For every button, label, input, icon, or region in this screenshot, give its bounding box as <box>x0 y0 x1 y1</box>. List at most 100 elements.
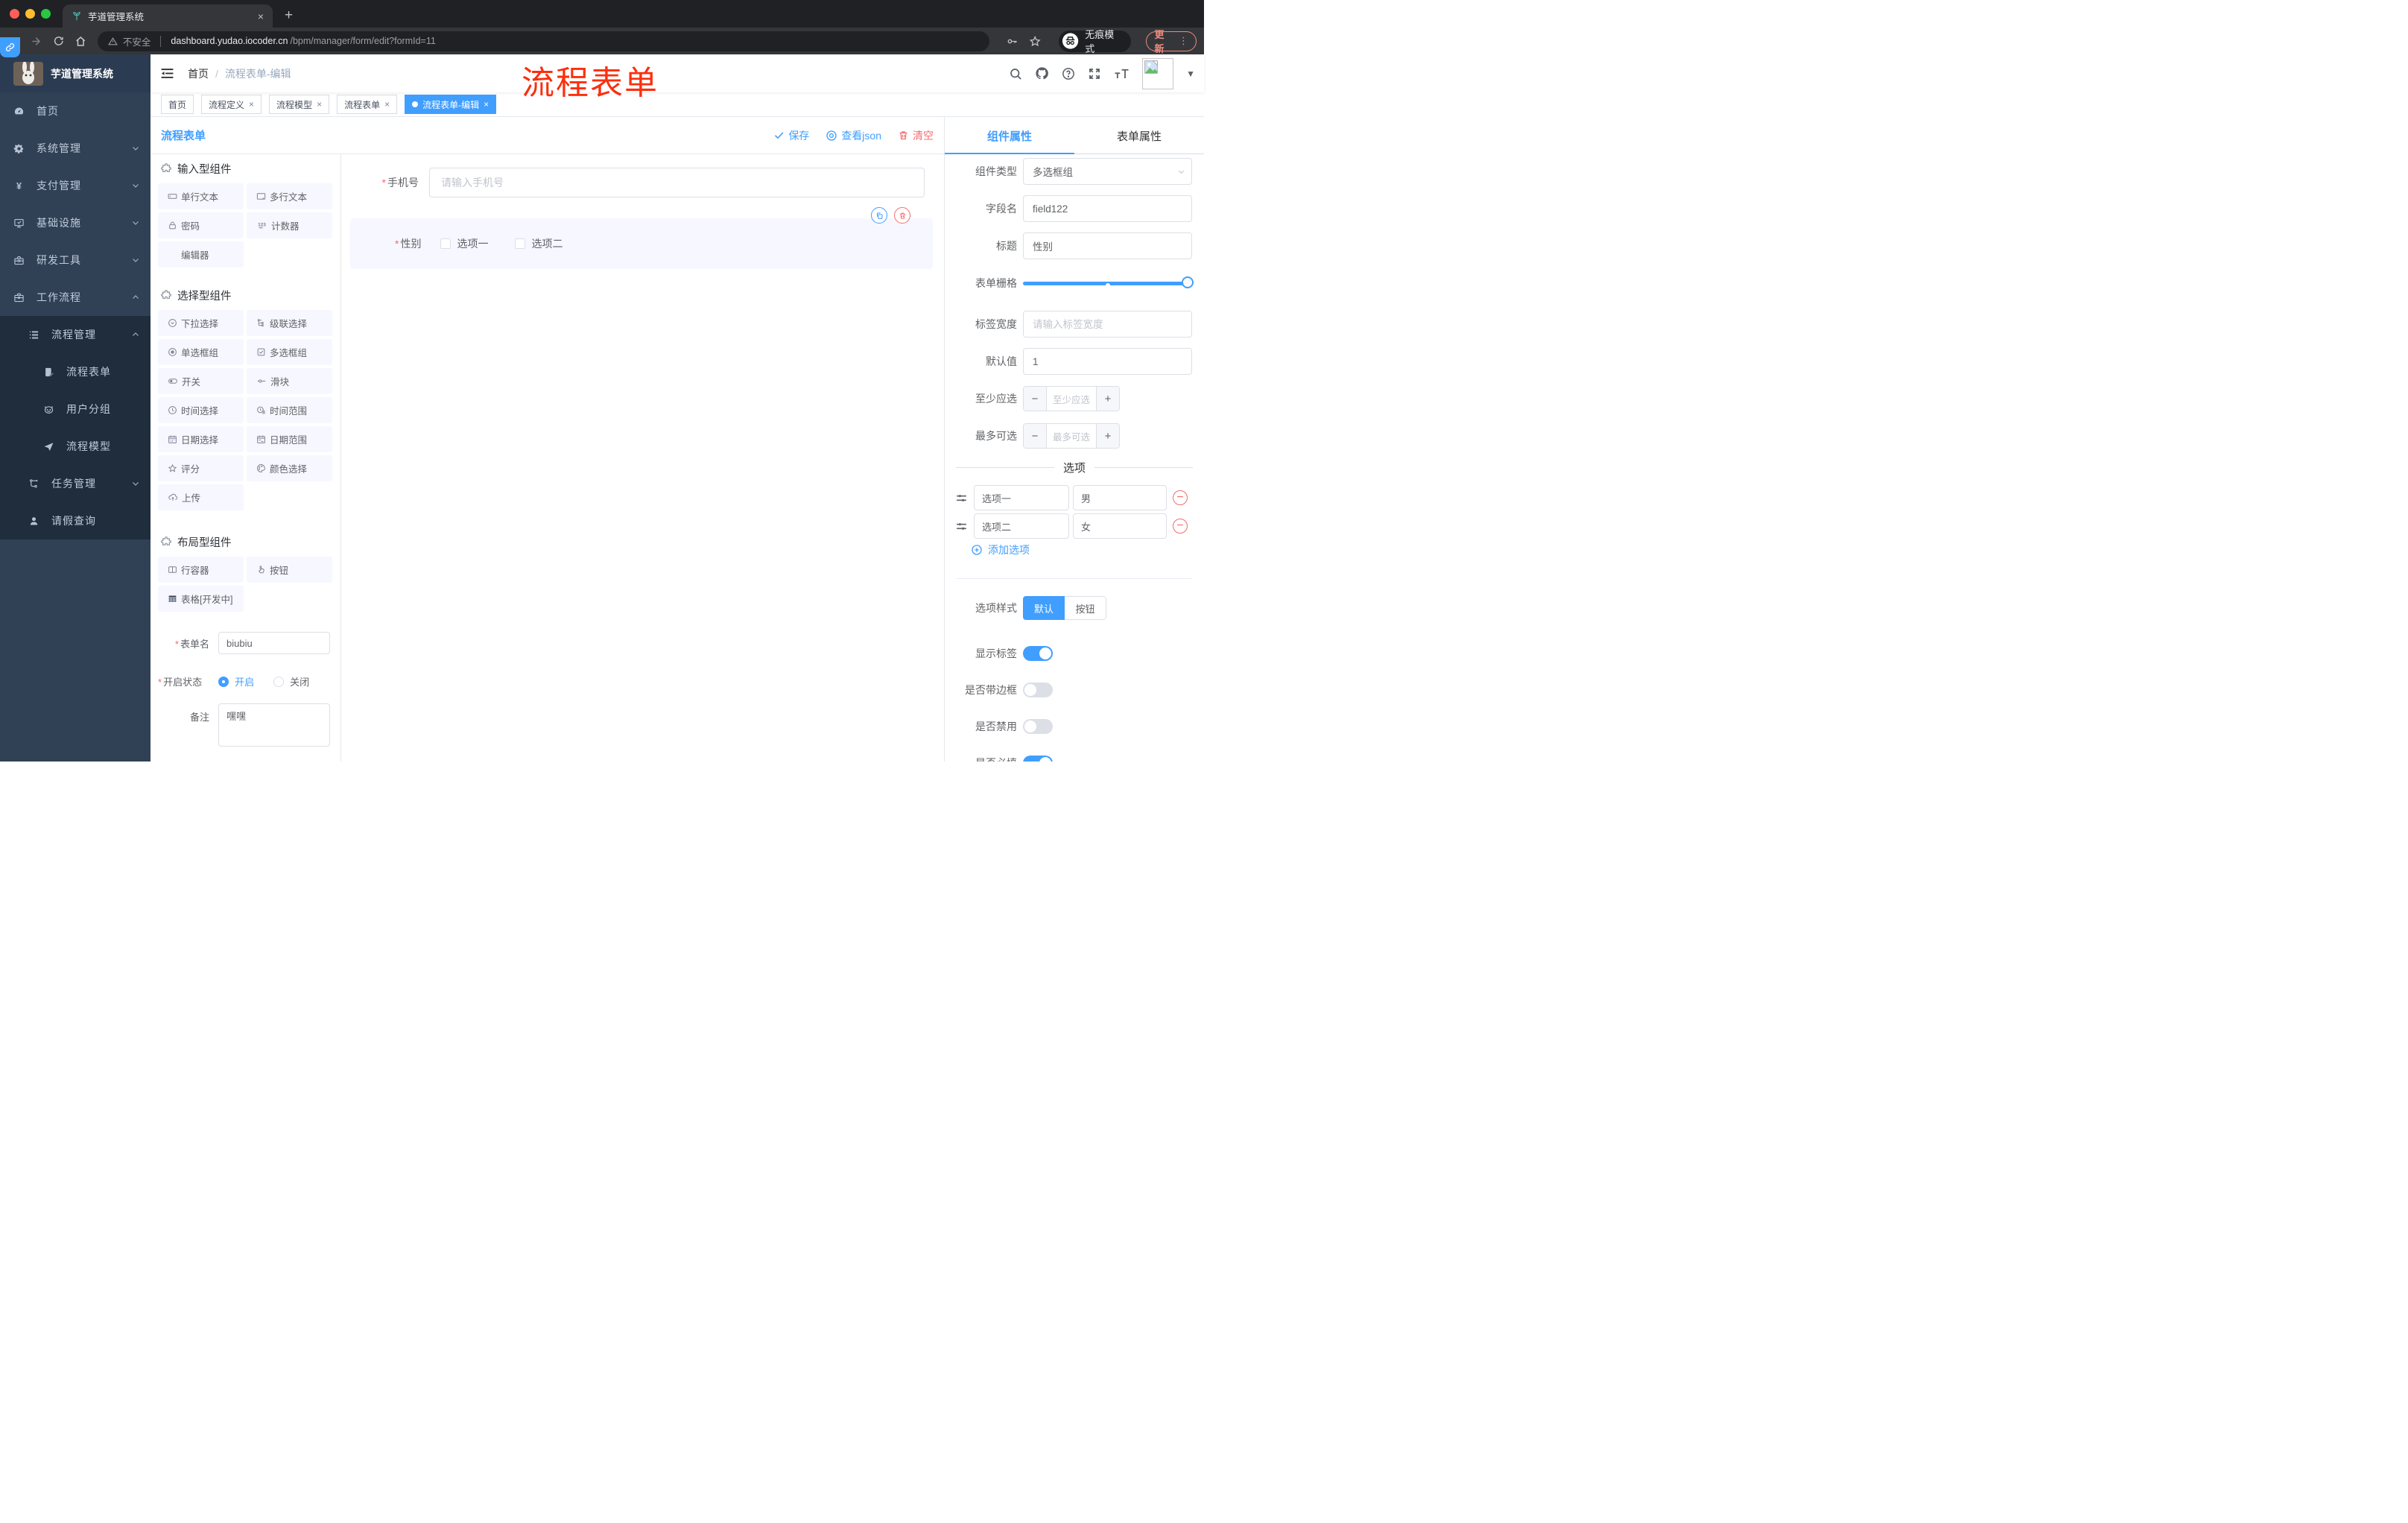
breadcrumb-home[interactable]: 首页 <box>188 66 209 81</box>
minimize-window-button[interactable] <box>25 9 35 19</box>
increase-button[interactable]: + <box>1097 387 1119 411</box>
save-button[interactable]: 保存 <box>773 128 809 143</box>
grid-slider[interactable] <box>1023 270 1194 297</box>
component-type-select[interactable] <box>1023 158 1192 185</box>
checkbox-icon[interactable] <box>440 238 452 249</box>
component-time-range[interactable]: 时间范围 <box>247 397 332 423</box>
decrease-button[interactable]: − <box>1024 424 1046 448</box>
option2-label-input[interactable] <box>974 513 1069 539</box>
drag-handle-icon[interactable] <box>955 492 968 504</box>
component-date-range[interactable]: 日期范围 <box>247 426 332 452</box>
avatar-caret-icon[interactable]: ▼ <box>1186 69 1195 79</box>
update-button[interactable]: 更新 ⋮ <box>1146 29 1197 54</box>
gender-field-selected[interactable]: * 性别 选项一 选项二 <box>350 207 933 269</box>
component-table[interactable]: 表格[开发中] <box>158 586 244 612</box>
tab-close-icon[interactable]: × <box>258 10 264 22</box>
sidebar-item-devtools[interactable]: 研发工具 <box>0 241 150 279</box>
url-field[interactable]: 不安全 dashboard.yudao.iocoder.cn/bpm/manag… <box>97 31 990 51</box>
delete-component-button[interactable] <box>894 207 910 224</box>
component-color-picker[interactable]: 颜色选择 <box>247 455 332 481</box>
component-cascader[interactable]: 级联选择 <box>247 310 332 336</box>
disabled-toggle[interactable] <box>1023 719 1053 734</box>
sidebar-item-task-mgmt[interactable]: 任务管理 <box>0 465 150 502</box>
tag-process-form-edit[interactable]: 流程表单-编辑 × <box>405 95 497 114</box>
sidebar-item-system[interactable]: 系统管理 <box>0 130 150 167</box>
sidebar-collapse-icon[interactable] <box>160 66 174 80</box>
phone-input[interactable] <box>429 168 925 197</box>
tag-close-icon[interactable]: × <box>484 99 489 110</box>
search-icon[interactable] <box>1009 67 1022 80</box>
tag-process-model[interactable]: 流程模型 × <box>269 95 330 114</box>
component-rate[interactable]: 评分 <box>158 455 244 481</box>
field-name-input[interactable] <box>1023 195 1192 222</box>
min-select-value[interactable]: 至少应选 <box>1046 387 1097 411</box>
show-label-toggle[interactable] <box>1023 646 1053 661</box>
tab-form-props[interactable]: 表单属性 <box>1074 117 1204 154</box>
drag-handle-icon[interactable] <box>955 520 968 533</box>
component-date-picker[interactable]: 日期选择 <box>158 426 244 452</box>
component-counter[interactable]: 123 计数器 <box>247 212 332 238</box>
password-key-icon[interactable] <box>1006 35 1018 48</box>
browser-tab[interactable]: 芋道管理系统 × <box>63 4 273 28</box>
tag-close-icon[interactable]: × <box>317 99 322 110</box>
component-time-picker[interactable]: 时间选择 <box>158 397 244 423</box>
style-button-button[interactable]: 按钮 <box>1065 596 1106 620</box>
reload-icon[interactable] <box>53 35 65 47</box>
required-toggle[interactable] <box>1023 756 1053 762</box>
status-on-radio[interactable] <box>218 676 229 687</box>
component-textarea[interactable]: 多行文本 <box>247 183 332 209</box>
new-tab-icon[interactable]: + <box>285 7 293 24</box>
zoom-window-button[interactable] <box>41 9 51 19</box>
gender-option1[interactable]: 选项一 <box>440 236 488 251</box>
component-password[interactable]: 密码 <box>158 212 244 238</box>
default-value-input[interactable] <box>1023 348 1192 375</box>
style-default-button[interactable]: 默认 <box>1023 596 1065 620</box>
max-select-value[interactable]: 最多可选 <box>1046 424 1097 448</box>
close-window-button[interactable] <box>10 9 19 19</box>
sidebar-item-process-form[interactable]: 流程表单 <box>0 353 150 390</box>
tag-close-icon[interactable]: × <box>249 99 254 110</box>
home-icon[interactable] <box>75 35 86 48</box>
increase-button[interactable]: + <box>1097 424 1119 448</box>
checkbox-icon[interactable] <box>515 238 526 249</box>
title-input[interactable] <box>1023 232 1192 259</box>
decrease-button[interactable]: − <box>1024 387 1046 411</box>
sidebar-item-user-group[interactable]: 用户分组 <box>0 390 150 428</box>
remove-option-button[interactable]: − <box>1173 519 1188 533</box>
tab-component-props[interactable]: 组件属性 <box>945 117 1074 154</box>
sidebar-item-home[interactable]: 首页 <box>0 92 150 130</box>
tag-process-definition[interactable]: 流程定义 × <box>201 95 262 114</box>
forward-icon[interactable] <box>30 35 42 48</box>
label-width-input[interactable] <box>1023 311 1192 338</box>
component-editor[interactable]: 编辑器 <box>158 241 244 267</box>
tag-close-icon[interactable]: × <box>384 99 390 110</box>
clear-button[interactable]: 清空 <box>898 128 934 143</box>
tag-home[interactable]: 首页 <box>161 95 194 114</box>
fullscreen-icon[interactable] <box>1088 67 1101 80</box>
component-row-container[interactable]: 行容器 <box>158 557 244 583</box>
add-option-button[interactable]: 添加选项 <box>971 542 1204 557</box>
component-upload[interactable]: 上传 <box>158 484 244 510</box>
tag-process-form[interactable]: 流程表单 × <box>337 95 398 114</box>
remove-option-button[interactable]: − <box>1173 490 1188 505</box>
view-json-button[interactable]: 查看json <box>826 128 881 143</box>
sidebar-item-process-model[interactable]: 流程模型 <box>0 428 150 465</box>
copy-component-button[interactable] <box>871 207 887 224</box>
component-switch[interactable]: 开关 <box>158 368 244 394</box>
component-radio-group[interactable]: 单选框组 <box>158 339 244 365</box>
github-icon[interactable] <box>1035 66 1049 80</box>
component-slider[interactable]: 滑块 <box>247 368 332 394</box>
avatar[interactable] <box>1142 57 1174 89</box>
status-off-radio[interactable] <box>273 676 285 687</box>
browser-menu-icon[interactable]: ⋮ <box>1179 35 1188 47</box>
component-text-input[interactable]: 单行文本 <box>158 183 244 209</box>
component-button[interactable]: 按钮 <box>247 557 332 583</box>
component-checkbox-group[interactable]: 多选框组 <box>247 339 332 365</box>
border-toggle[interactable] <box>1023 683 1053 697</box>
link-tab[interactable] <box>0 37 20 57</box>
option2-value-input[interactable] <box>1073 513 1167 539</box>
bookmark-star-icon[interactable] <box>1029 35 1041 48</box>
option1-label-input[interactable] <box>974 485 1069 510</box>
help-icon[interactable] <box>1062 67 1075 80</box>
sidebar-item-payment[interactable]: ¥ 支付管理 <box>0 167 150 204</box>
